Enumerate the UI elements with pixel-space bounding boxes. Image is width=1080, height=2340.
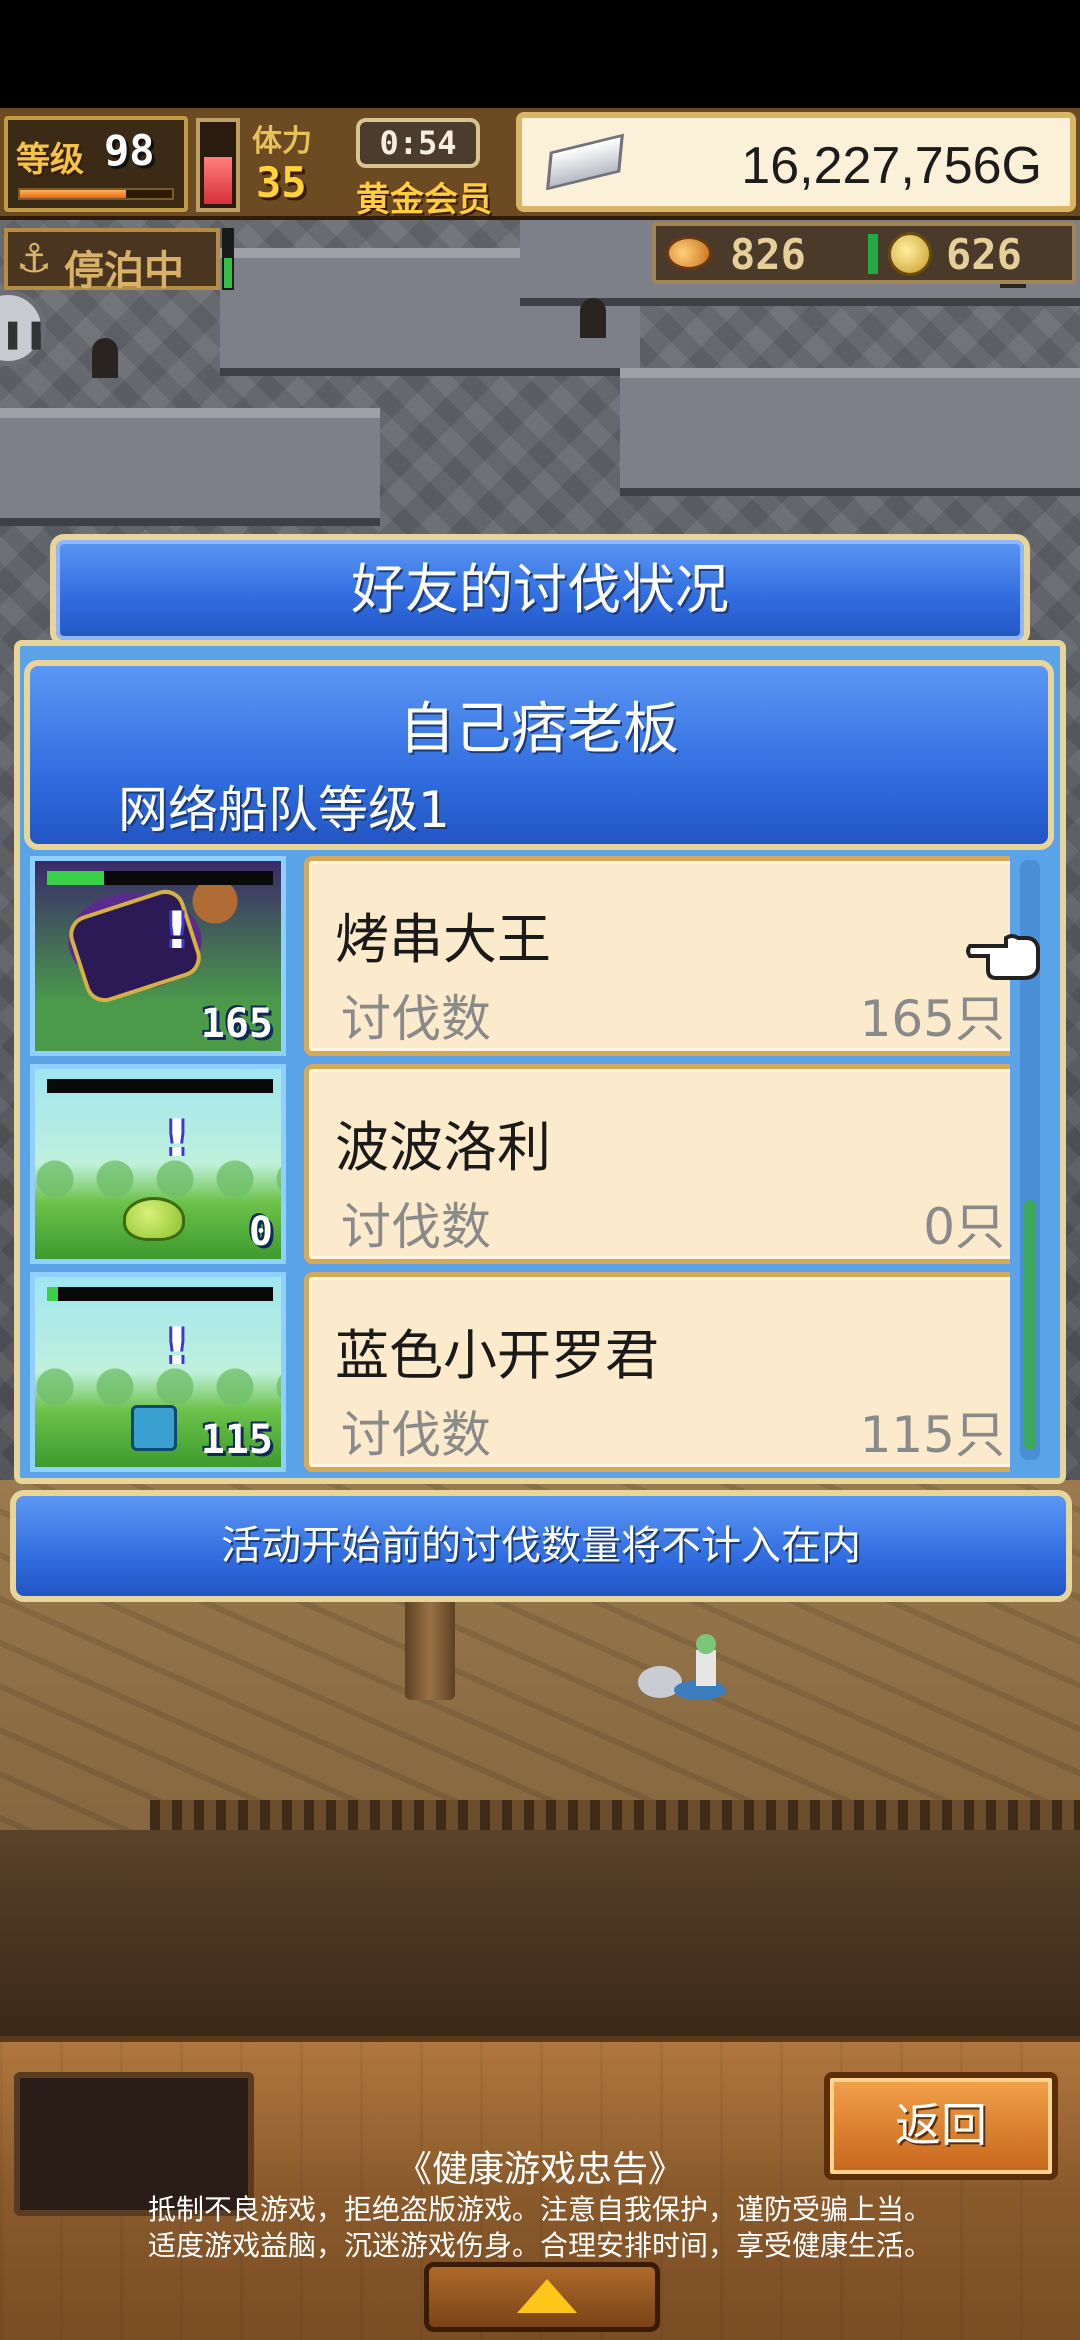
friend-name: 波波洛利 <box>335 1116 551 1179</box>
castle-wall <box>0 408 380 518</box>
subjugation-label: 讨伐数 <box>341 1406 491 1464</box>
ship-hull <box>0 1830 1080 2040</box>
monster-thumbnail: ! 165 <box>30 856 286 1056</box>
scrollbar-thumb[interactable] <box>1024 1200 1036 1450</box>
castle-door <box>580 298 606 338</box>
friend-name: 烤串大王 <box>335 908 551 971</box>
dialog-title-banner: 好友的讨伐状况 <box>50 534 1030 646</box>
monster-hp-bar <box>47 1287 273 1301</box>
stamina-timer: 0:54 <box>356 118 480 168</box>
fleet-level: 网络船队等级1 <box>118 781 450 839</box>
level-value: 98 <box>104 126 155 175</box>
health-advice-line-1: 抵制不良游戏，拒绝盗版游戏。注意自我保护，谨防受骗上当。 <box>147 2193 932 2226</box>
monster-hp-fill <box>47 1287 59 1301</box>
subjugation-count: 165只 <box>859 990 1005 1048</box>
cairo-monster-sprite <box>131 1405 177 1451</box>
alert-icon: ! <box>165 901 189 961</box>
friend-card[interactable]: 蓝色小开罗君 讨伐数 115只 <box>304 1272 1010 1472</box>
friend-card[interactable]: 烤串大王 讨伐数 165只 <box>304 856 1010 1056</box>
resource-divider <box>868 234 878 274</box>
thumbnail-count: 165 <box>200 1001 273 1047</box>
pointing-hand-icon <box>966 934 1040 980</box>
health-advice-line-2: 适度游戏益脑，沉迷游戏伤身。合理安排时间，享受健康生活。 <box>147 2229 932 2262</box>
list-item[interactable]: ! 165 烤串大王 讨伐数 165只 <box>30 856 1010 1056</box>
silver-bar-icon <box>546 133 624 191</box>
timer-text: 0:54 <box>379 124 457 162</box>
player-name: 自己痞老板 <box>399 697 679 762</box>
resource-display[interactable]: 826 626 <box>652 222 1076 284</box>
resource-1-value: 826 <box>730 230 806 279</box>
gold-display[interactable]: 16,227,756G <box>516 112 1076 212</box>
docked-label: 停泊中 <box>64 248 184 294</box>
level-box: 等级 98 <box>4 116 188 212</box>
stamina-value: 35 <box>256 158 307 207</box>
monster-hp-fill <box>47 871 104 885</box>
player-info-banner: 自己痞老板 网络船队等级1 <box>24 660 1054 850</box>
friend-subjugation-list[interactable]: ! 165 烤串大王 讨伐数 165只 ! 0 波波洛利 讨伐数 0只 ! 11… <box>30 856 1010 1476</box>
docked-status-badge[interactable]: ⚓ 停泊中 <box>4 228 220 294</box>
subjugation-count: 115只 <box>859 1406 1005 1464</box>
slime-monster-sprite <box>123 1197 185 1241</box>
alert-icon: ! <box>165 1109 189 1169</box>
notice-banner: 活动开始前的讨伐数量将不计入在内 <box>10 1490 1072 1602</box>
monster-thumbnail: ! 115 <box>30 1272 286 1472</box>
coin-icon <box>888 232 932 276</box>
thumbnail-count: 115 <box>200 1417 273 1463</box>
monster-hp-bar <box>47 871 273 885</box>
stamina-gauge-fill <box>204 156 232 204</box>
dock-progress-fill <box>224 258 232 288</box>
sailor-character <box>638 1634 726 1700</box>
castle-wall <box>620 368 1080 488</box>
level-label: 等级 <box>16 140 84 180</box>
gold-amount: 16,227,756G <box>741 137 1042 195</box>
exp-bar-fill <box>20 190 127 198</box>
expand-menu-button[interactable] <box>424 2262 660 2332</box>
castle-door <box>92 338 118 378</box>
stamina-label: 体力 <box>252 124 312 159</box>
status-bar: 等级 98 体力 35 0:54 黄金会员 16,227,756G <box>0 108 1080 220</box>
fish-icon <box>666 236 712 270</box>
membership-label: 黄金会员 <box>356 180 492 220</box>
chat-icon: ❚❚ <box>1 317 48 350</box>
exp-bar <box>18 188 174 200</box>
monster-thumbnail: ! 0 <box>30 1064 286 1264</box>
forest-background <box>35 1159 281 1199</box>
forest-background <box>35 1367 281 1407</box>
subjugation-label: 讨伐数 <box>341 990 491 1048</box>
health-advice-title: 《健康游戏忠告》 <box>395 2149 684 2190</box>
list-item[interactable]: ! 0 波波洛利 讨伐数 0只 <box>30 1064 1010 1264</box>
stamina-gauge <box>196 118 240 212</box>
bottom-panel: 返回 《健康游戏忠告》 抵制不良游戏，拒绝盗版游戏。注意自我保护，谨防受骗上当。… <box>0 2036 1080 2340</box>
friend-card[interactable]: 波波洛利 讨伐数 0只 <box>304 1064 1010 1264</box>
up-arrow-icon <box>517 2279 577 2313</box>
dialog-title: 好友的讨伐状况 <box>351 558 729 621</box>
ship-railing <box>150 1800 1080 1830</box>
dock-progress-bar <box>222 228 234 290</box>
alert-icon: ! <box>165 1317 189 1377</box>
resource-2-value: 626 <box>946 230 1022 279</box>
subjugation-label: 讨伐数 <box>341 1198 491 1256</box>
notice-text: 活动开始前的讨伐数量将不计入在内 <box>221 1523 861 1569</box>
subjugation-count: 0只 <box>923 1198 1005 1256</box>
friend-name: 蓝色小开罗君 <box>335 1324 659 1387</box>
thumbnail-count: 0 <box>248 1209 273 1255</box>
anchor-icon: ⚓ <box>16 236 52 282</box>
list-item[interactable]: ! 115 蓝色小开罗君 讨伐数 115只 <box>30 1272 1010 1472</box>
monster-hp-bar <box>47 1079 273 1093</box>
